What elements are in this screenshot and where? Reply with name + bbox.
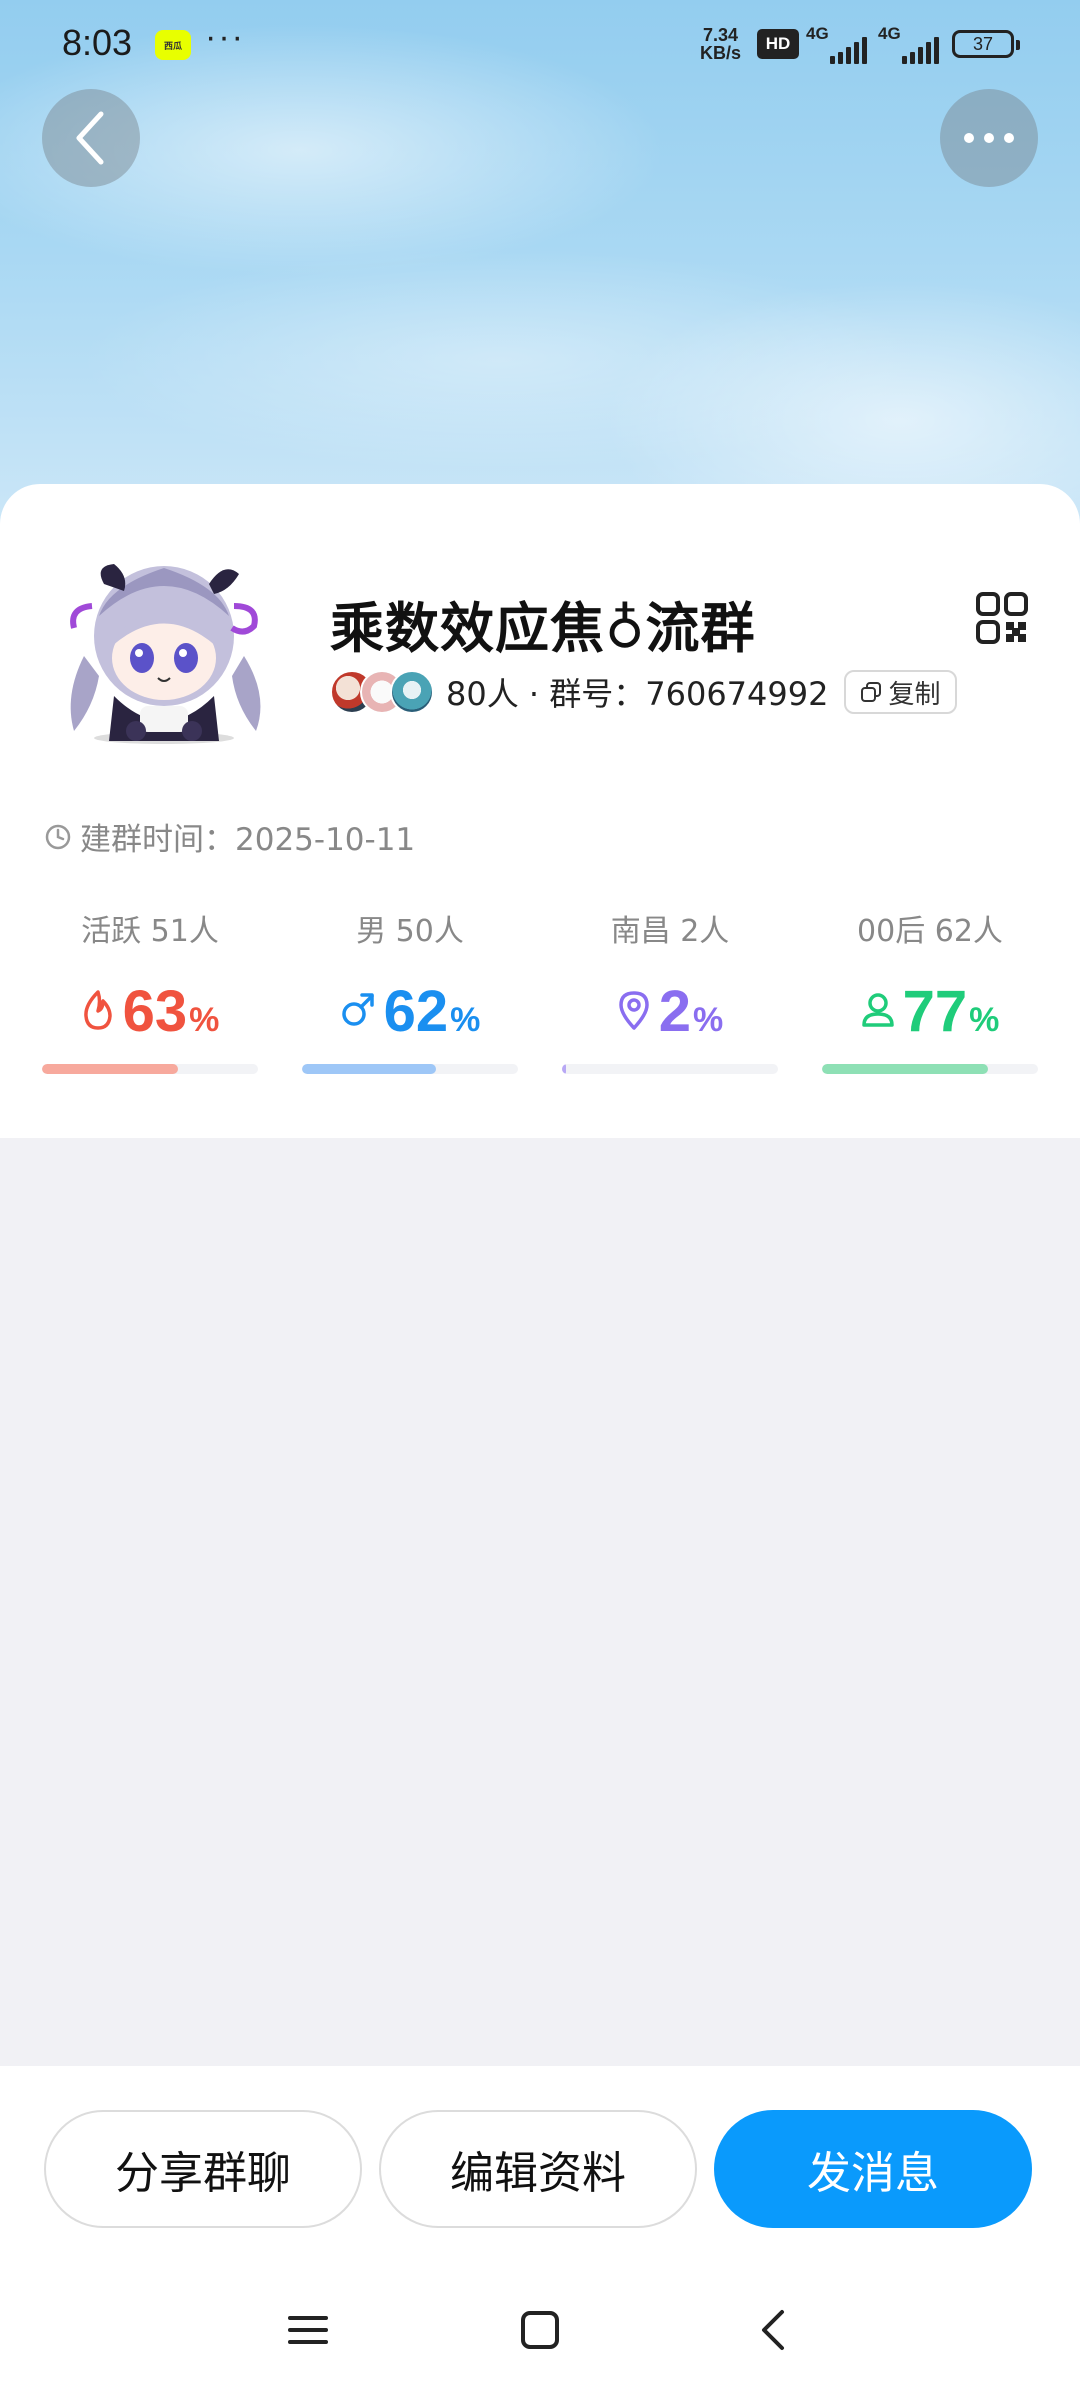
- status-bar: 8:03 西瓜 ··· 7.34 KB/s HD 4G 4G 37: [0, 0, 1080, 90]
- created-date: 建群时间：2025-10-11: [44, 814, 415, 859]
- copy-icon: [861, 682, 882, 702]
- app-notification-icon: 西瓜: [155, 30, 191, 60]
- menu-icon[interactable]: [286, 2308, 330, 2352]
- back-button[interactable]: [42, 89, 140, 187]
- stat-progress-male: [302, 1064, 518, 1074]
- stat-active: 活跃 51人 63 %: [42, 906, 258, 1074]
- share-group-button[interactable]: 分享群聊: [44, 2110, 362, 2228]
- chevron-left-icon: [76, 111, 104, 165]
- stat-progress-active: [42, 1064, 258, 1074]
- back-nav-icon[interactable]: [752, 2308, 796, 2352]
- qr-code-icon[interactable]: [976, 592, 1028, 644]
- person-icon: [861, 993, 894, 1027]
- group-avatar[interactable]: [44, 546, 284, 746]
- stat-location: 南昌 2人 2 %: [562, 906, 778, 1074]
- stat-male: 男 50人 62 %: [302, 906, 518, 1074]
- home-icon[interactable]: [518, 2308, 562, 2352]
- flame-icon: [83, 990, 112, 1030]
- more-notifications-icon: ···: [205, 18, 245, 56]
- more-button[interactable]: [940, 89, 1038, 187]
- male-icon: [341, 993, 374, 1026]
- hd-voice-icon: HD: [757, 29, 799, 59]
- send-message-button[interactable]: 发消息: [714, 2110, 1032, 2228]
- bottom-action-bar: 分享群聊 编辑资料 发消息: [0, 2066, 1080, 2400]
- battery-icon: 37: [952, 30, 1020, 58]
- stat-age: 00后 62人 77 %: [822, 906, 1038, 1074]
- location-pin-icon: [619, 991, 649, 1030]
- clock-icon: [45, 824, 71, 849]
- member-avatar: [390, 670, 434, 714]
- group-info-card: 乘数效应焦♁流群 80人 · 群号：760674992 复制 建群时间：2025…: [0, 484, 1080, 1138]
- system-nav-bar: [0, 2308, 1080, 2388]
- more-dots-icon: [964, 133, 1014, 143]
- member-avatars: [330, 667, 438, 717]
- members-row[interactable]: 80人 · 群号：760674992 复制: [330, 664, 957, 720]
- member-count-and-id: 80人 · 群号：760674992: [446, 675, 829, 713]
- stat-progress-location: [562, 1064, 778, 1074]
- network-speed: 7.34 KB/s: [700, 25, 742, 63]
- stat-progress-age: [822, 1064, 1038, 1074]
- copy-button[interactable]: 复制: [844, 670, 957, 714]
- group-name: 乘数效应焦♁流群: [330, 597, 756, 660]
- edit-profile-button[interactable]: 编辑资料: [379, 2110, 697, 2228]
- status-time: 8:03: [62, 22, 133, 63]
